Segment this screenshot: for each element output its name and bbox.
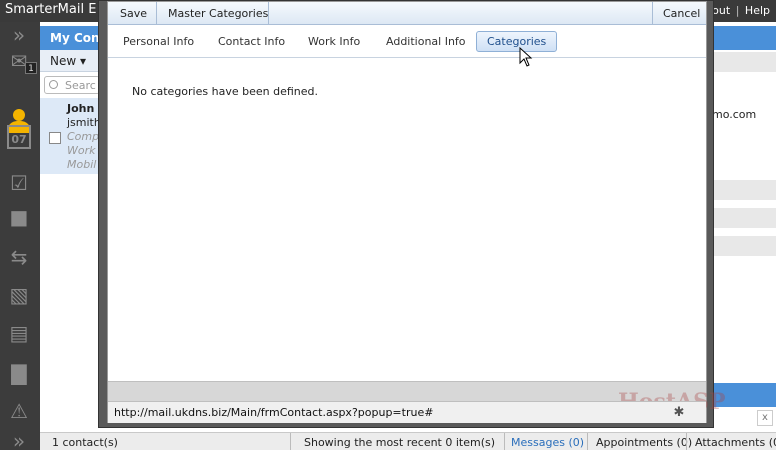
bug-icon[interactable]: ✱ (669, 404, 689, 422)
status-divider (587, 433, 588, 450)
contact-work: Work (67, 144, 96, 157)
tab-additional-info[interactable]: Additional Info (386, 35, 466, 48)
contact-popup-window: Save Master Categories Cancel Personal I… (98, 0, 726, 428)
status-divider (504, 433, 505, 450)
status-divider (686, 433, 687, 450)
preview-strip (710, 208, 776, 228)
tab-categories[interactable]: Categories (476, 31, 558, 52)
toolbar-divider (268, 2, 269, 25)
preview-panel-header (710, 26, 776, 50)
status-bar: 1 contact(s) Showing the most recent 0 i… (40, 432, 776, 450)
preview-strip (710, 52, 776, 72)
mouse-cursor-icon (519, 47, 533, 67)
appointments-tab[interactable]: Appointments (0) (596, 436, 692, 449)
contact-name: John (67, 102, 95, 115)
contact-tabs: Personal Info Contact Info Work Info Add… (108, 25, 706, 58)
tab-personal-info[interactable]: Personal Info (123, 35, 194, 48)
status-divider (290, 433, 291, 450)
contact-popup-content: Save Master Categories Cancel Personal I… (107, 1, 726, 423)
contacts-panel-title: My Conta (40, 26, 100, 50)
messages-tab[interactable]: Messages (0) (511, 436, 584, 449)
left-nav-bar: » ✉ ☑ ■ ⇆ ▧ ▤ ▇ ⚠ » (0, 22, 40, 450)
contacts-icon-head (13, 109, 25, 121)
app-title: SmarterMail E (5, 2, 97, 17)
preview-strip (710, 236, 776, 256)
popup-toolbar: Save Master Categories Cancel (108, 2, 706, 25)
sync-icon[interactable]: ⇆ (4, 244, 34, 270)
reports-icon[interactable]: ▇ (4, 360, 34, 386)
no-categories-message: No categories have been defined. (132, 85, 318, 98)
save-button[interactable]: Save (110, 2, 157, 25)
calendar-icon[interactable]: 07 (7, 125, 31, 149)
master-categories-button[interactable]: Master Categories (158, 2, 278, 25)
alert-icon[interactable]: ⚠ (4, 398, 34, 424)
rss-icon[interactable]: ▧ (4, 282, 34, 308)
contact-list-item[interactable]: John jsmith( Comp Work Mobil (40, 98, 100, 174)
close-icon[interactable]: x (757, 410, 773, 426)
search-placeholder: Searc (65, 79, 96, 92)
collapse-chevron-icon[interactable]: » (4, 22, 34, 48)
popup-url: http://mail.ukdns.biz/Main/frmContact.as… (114, 406, 434, 419)
cancel-button[interactable]: Cancel (653, 2, 710, 25)
contact-company: Comp (67, 130, 100, 143)
new-contact-button[interactable]: New ▾ (50, 54, 86, 68)
toolbar-divider (156, 2, 157, 25)
help-link[interactable]: Help (745, 4, 770, 17)
search-icon (49, 80, 58, 89)
preview-strip (710, 180, 776, 200)
tab-contact-info[interactable]: Contact Info (218, 35, 285, 48)
top-links-separator: | (735, 4, 740, 17)
contact-checkbox[interactable] (49, 132, 61, 144)
attachments-tab[interactable]: Attachments (0) (695, 436, 776, 449)
mail-count-badge: 1 (25, 62, 37, 74)
contact-mobile: Mobil (67, 158, 97, 171)
preview-email: mo.com (712, 108, 757, 121)
tab-work-info[interactable]: Work Info (308, 35, 360, 48)
expand-chevron-icon[interactable]: » (4, 428, 34, 450)
popup-status-bar: http://mail.ukdns.biz/Main/frmContact.as… (108, 401, 706, 423)
notes-icon[interactable]: ■ (4, 204, 34, 230)
folders-icon[interactable]: ▤ (4, 320, 34, 346)
tasks-icon[interactable]: ☑ (4, 170, 34, 196)
contacts-toolbar: New ▾ (40, 50, 100, 72)
showing-text: Showing the most recent 0 item(s) (304, 436, 496, 449)
contacts-search-input[interactable]: Searc (44, 76, 100, 94)
contact-count: 1 contact(s) (52, 436, 118, 449)
contact-email: jsmith( (67, 116, 100, 129)
popup-footer (108, 381, 706, 401)
